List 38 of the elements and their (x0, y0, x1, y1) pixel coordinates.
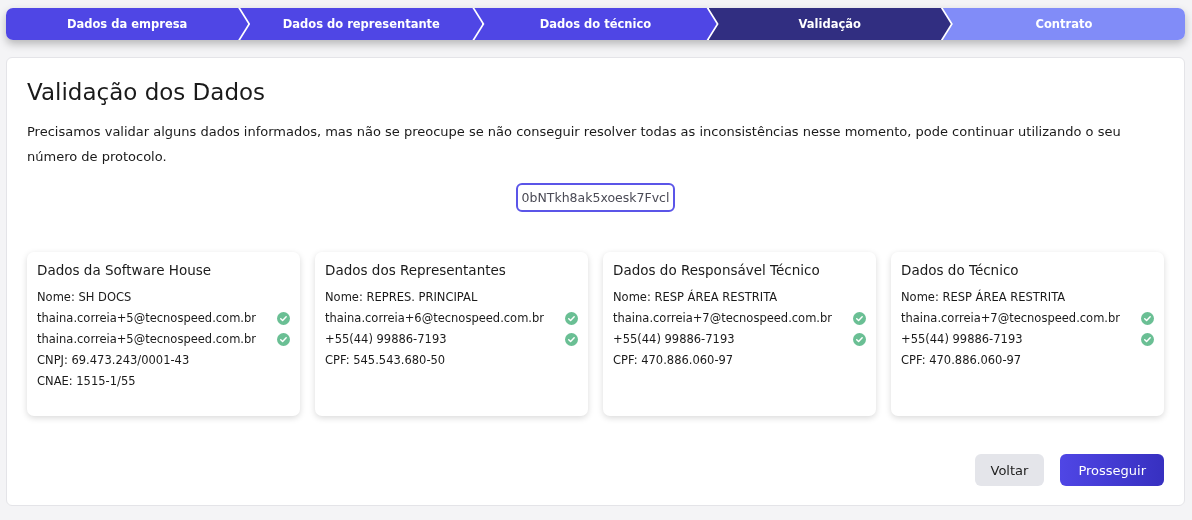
back-button[interactable]: Voltar (974, 454, 1045, 486)
info-text: CNAE: 1515-1/55 (37, 374, 136, 388)
step-tab[interactable]: Dados da empresa (6, 8, 249, 40)
step-tab[interactable]: Dados do técnico (474, 8, 717, 40)
info-text: Nome: SH DOCS (37, 290, 132, 304)
card-title: Dados dos Representantes (325, 262, 507, 278)
check-circle-icon (1141, 311, 1154, 325)
description-text: Precisamos validar alguns dados informados, mas não se preocupe se não conseguir resolver todas as inconsistências nesse momento, pode continuar utilizando o seu número de protocolo. (27, 123, 1122, 166)
check-circle-icon (565, 332, 578, 346)
card-title: Dados da Software House (37, 262, 213, 278)
check-circle-icon (277, 311, 290, 325)
protocol-number: 0bNTkh8ak5xoesk7Fvcl (515, 183, 676, 212)
info-text: +55(44) 99886-7193 (613, 332, 735, 346)
page-title: Validação dos Dados (27, 79, 267, 105)
info-text: +55(44) 99886-7193 (901, 332, 1023, 346)
info-text: thaina.correia+7@tecnospeed.com.br (901, 311, 1121, 325)
card-title: Dados do Técnico (901, 262, 1020, 278)
info-text: Nome: RESP ÁREA RESTRITA (901, 290, 1066, 304)
check-circle-icon (277, 332, 290, 346)
step-tab[interactable]: Validação (708, 8, 951, 40)
info-text: +55(44) 99886-7193 (325, 332, 447, 346)
info-text: CPF: 470.886.060-97 (613, 353, 734, 367)
check-circle-icon (853, 332, 866, 346)
info-text: thaina.correia+7@tecnospeed.com.br (613, 311, 833, 325)
step-tab[interactable]: Dados do representante (240, 8, 483, 40)
info-text: Nome: RESP ÁREA RESTRITA (613, 290, 778, 304)
check-circle-icon (565, 311, 578, 325)
card-title: Dados do Responsável Técnico (613, 262, 821, 278)
check-circle-icon (853, 311, 866, 325)
proceed-button[interactable]: Prosseguir (1060, 454, 1164, 486)
info-text: CNPJ: 69.473.243/0001-43 (37, 353, 190, 367)
info-text: Nome: REPRES. PRINCIPAL (325, 290, 478, 304)
info-text: thaina.correia+6@tecnospeed.com.br (325, 311, 545, 325)
info-text: thaina.correia+5@tecnospeed.com.br (37, 332, 257, 346)
info-text: thaina.correia+5@tecnospeed.com.br (37, 311, 257, 325)
check-circle-icon (1141, 332, 1154, 346)
info-text: CPF: 470.886.060-97 (901, 353, 1022, 367)
info-text: CPF: 545.543.680-50 (325, 353, 446, 367)
